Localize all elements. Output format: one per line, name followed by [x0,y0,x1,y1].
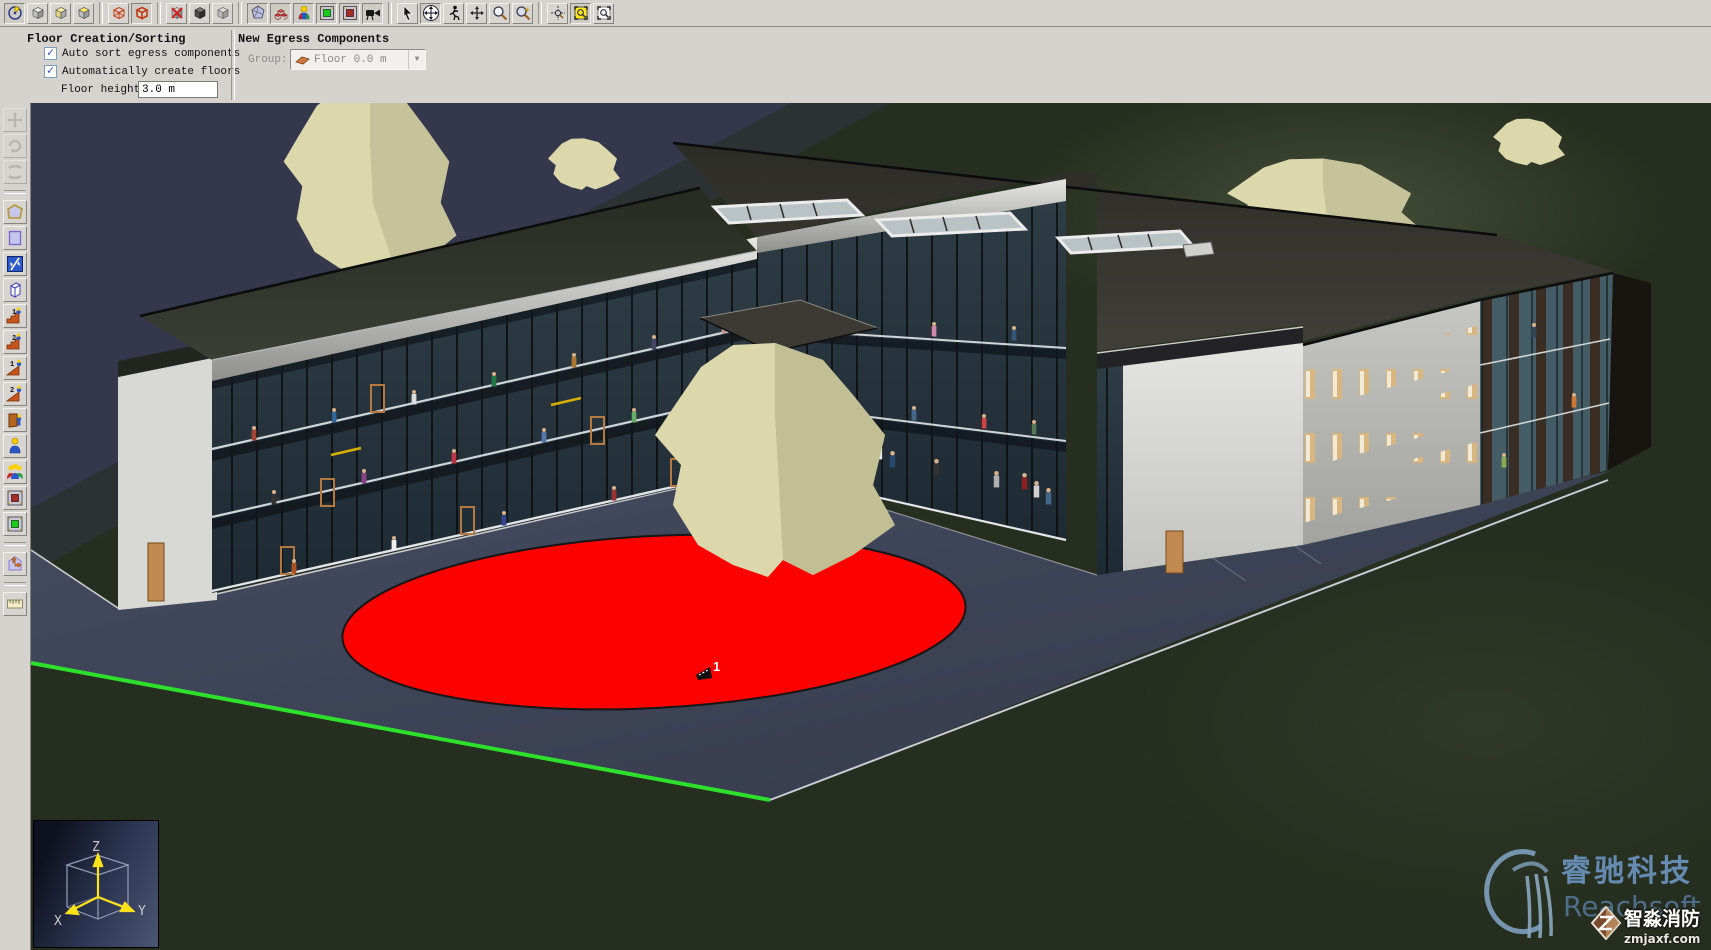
pointer-tool-button[interactable] [397,3,418,24]
floor-icon [295,55,310,65]
group-label: Group: [248,54,288,66]
hide-object-button[interactable] [166,3,187,24]
floor-height-label: Floor height: [61,84,147,96]
main-toolbar [0,0,1711,27]
measure-tool-button[interactable] [3,592,27,616]
select-tool-button[interactable] [4,3,25,24]
wireframe-outline-view-button[interactable] [131,3,152,24]
options-panel: Floor Creation/Sorting ✓ Auto sort egres… [0,27,1711,104]
view-orbit-tool-button[interactable] [3,160,27,184]
show-cameras-button[interactable] [362,3,383,24]
dropdown-arrow-icon[interactable]: ▼ [408,50,425,69]
panel-separator [231,30,235,100]
toolbar-separator [157,2,161,24]
show-light-object-button[interactable] [212,3,233,24]
application-window: Floor Creation/Sorting ✓ Auto sort egres… [0,0,1711,950]
wireframe-view-button[interactable] [108,3,129,24]
add-occupant-group-tool-button[interactable] [3,460,27,484]
zoom-point-tool-button[interactable] [547,3,568,24]
sidebar-separator [4,582,26,586]
svg-text:2: 2 [10,387,14,395]
exit-door-tool-button[interactable] [3,512,27,536]
auto-sort-checkbox-row: ✓ Auto sort egress components [44,47,240,60]
toolbar-separator [99,2,103,24]
rooftop-unit [1183,242,1214,257]
zoom-window-tool-button[interactable] [593,3,614,24]
zoom-reset-tool-button[interactable] [512,3,533,24]
stair-one-point-tool-button[interactable]: 1 [3,304,27,328]
svg-text:2: 2 [12,335,16,343]
show-occupants-button[interactable] [293,3,314,24]
move-polygon-tool-button[interactable] [3,552,27,576]
floor-creation-title: Floor Creation/Sorting [27,32,185,46]
polygon-room-tool-button[interactable] [3,200,27,224]
group-dropdown[interactable]: Floor 0.0 m ▼ [290,49,426,70]
zoom-tool-button[interactable] [489,3,510,24]
marker-label: 1 [713,659,720,674]
door-occupant-tool-button[interactable] [3,408,27,432]
ramp-one-point-tool-button[interactable]: 1 [3,356,27,380]
stair-two-point-tool-button[interactable]: 2 [3,330,27,354]
toolbar-separator [538,2,542,24]
tools-sidebar: 1 2 1 2 [0,103,31,950]
rectangle-room-tool-button[interactable] [3,226,27,250]
pan-tool-button[interactable] [466,3,487,24]
sidebar-separator [4,542,26,546]
auto-create-floors-label: Automatically create floors [62,66,240,78]
axis-gizmo[interactable]: Z Y X [33,820,159,948]
interior-door-tool-button[interactable] [3,486,27,510]
add-occupant-tool-button[interactable] [3,434,27,458]
show-obstacles-button[interactable] [270,3,291,24]
zoom-extents-tool-button[interactable] [570,3,591,24]
show-geometry-button[interactable] [247,3,268,24]
auto-create-floors-checkbox[interactable]: ✓ [44,65,57,78]
tower-door [1166,531,1183,573]
walk-tool-button[interactable] [443,3,464,24]
show-dark-object-button[interactable] [189,3,210,24]
obstruction-tool-button[interactable] [3,278,27,302]
svg-text:1: 1 [10,361,14,369]
view-shaded-cube-button[interactable] [50,3,71,24]
show-exits-button[interactable] [316,3,337,24]
toolbar-separator [388,2,392,24]
exterior-door [148,543,164,601]
auto-sort-checkbox[interactable]: ✓ [44,47,57,60]
view-top-cube-button[interactable] [73,3,94,24]
new-egress-title: New Egress Components [238,32,389,46]
sidebar-separator [4,190,26,194]
group-dropdown-value: Floor 0.0 m [314,54,408,66]
axis-z-label: Z [92,840,100,855]
auto-sort-label: Auto sort egress components [62,48,240,60]
axis-y-label: Y [138,904,146,919]
ramp-two-point-tool-button[interactable]: 2 [3,382,27,406]
thin-wall-tool-button[interactable] [3,252,27,276]
scene-canvas[interactable]: 1 [31,103,1711,950]
svg-text:1: 1 [12,309,16,317]
orbit-tool-button[interactable] [420,3,441,24]
show-doors-button[interactable] [339,3,360,24]
viewport-3d[interactable]: 1 Z Y X [31,103,1711,950]
view-solid-cube-button[interactable] [27,3,48,24]
auto-create-floors-checkbox-row: ✓ Automatically create floors [44,65,240,78]
axis-x-label: X [54,914,62,929]
floor-height-input[interactable] [138,81,218,98]
view-rotate-tool-button[interactable] [3,134,27,158]
view-pan-tool-button[interactable] [3,108,27,132]
toolbar-separator [238,2,242,24]
